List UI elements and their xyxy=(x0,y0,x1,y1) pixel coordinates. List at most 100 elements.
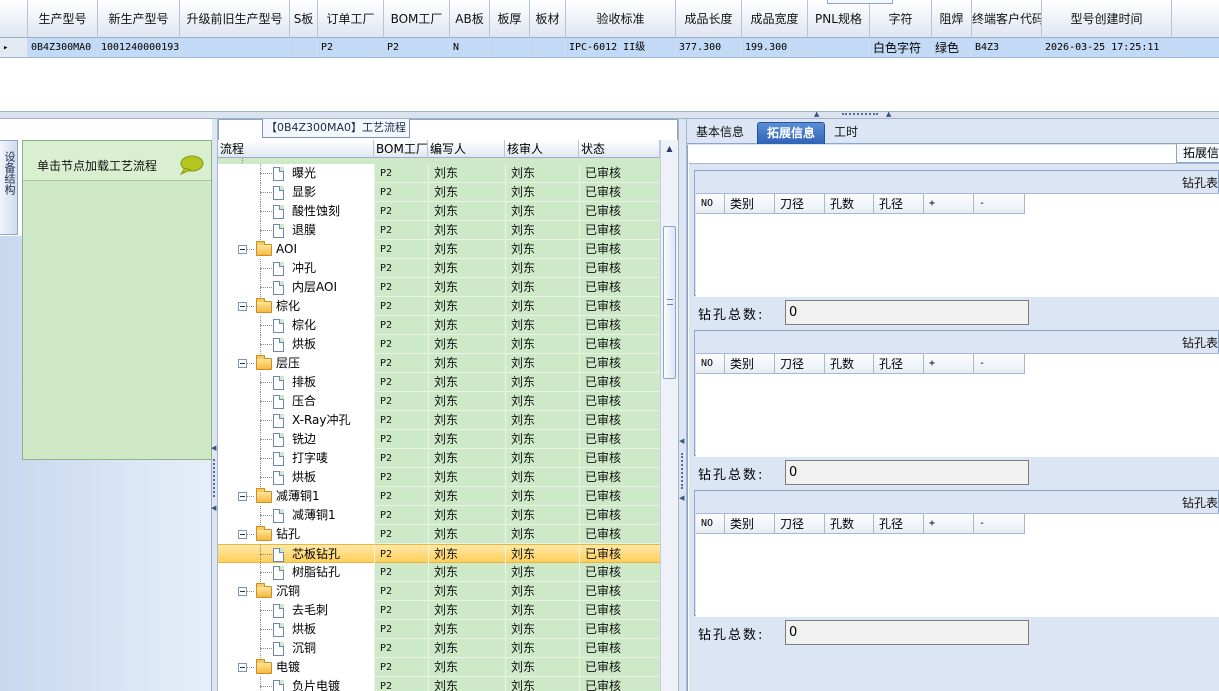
column-header[interactable]: PNL规格 xyxy=(808,0,870,37)
add-row-button[interactable]: + xyxy=(924,354,974,374)
drill-column-header[interactable]: 刀径 xyxy=(775,354,825,374)
collapse-right-icon-2[interactable]: ◀ xyxy=(679,494,684,502)
tree-group-row[interactable]: 减薄铜1 P2 刘东 刘东 已审核 xyxy=(218,487,660,506)
tree-process-row[interactable]: 负片电镀 P2 刘东 刘东 已审核 xyxy=(218,677,660,691)
grid-cell[interactable]: N xyxy=(450,38,490,57)
collapse-node-icon[interactable] xyxy=(238,663,247,672)
drill-column-header[interactable]: 类别 xyxy=(725,514,775,534)
tree-process-row[interactable]: 压合 P2 刘东 刘东 已审核 xyxy=(218,392,660,411)
collapse-node-icon[interactable] xyxy=(238,530,247,539)
grid-cell[interactable]: 2026-03-25 17:25:11 xyxy=(1042,38,1172,57)
collapse-node-icon[interactable] xyxy=(238,359,247,368)
grid-cell[interactable] xyxy=(490,38,530,57)
tree-process-row[interactable]: 内层AOI P2 刘东 刘东 已审核 xyxy=(218,278,660,297)
top-drag-tab[interactable] xyxy=(827,0,893,4)
column-header[interactable]: S板 xyxy=(290,0,318,37)
drill-column-header[interactable]: 孔数 xyxy=(825,354,874,374)
row-indicator-icon[interactable]: ▸ xyxy=(0,38,28,57)
column-header[interactable]: 订单工厂 xyxy=(318,0,384,37)
drill-column-header[interactable]: NO xyxy=(696,194,725,214)
tree-process-row[interactable]: 显影 P2 刘东 刘东 已审核 xyxy=(218,183,660,202)
column-header[interactable]: 成品宽度 xyxy=(742,0,808,37)
drill-column-header[interactable]: 孔数 xyxy=(825,514,874,534)
drill-table-grid[interactable]: NO 类别 刀径 孔数 孔径 + - xyxy=(696,353,1219,457)
grid-cell[interactable]: 绿色 xyxy=(932,38,972,57)
horizontal-splitter[interactable] xyxy=(0,111,1219,119)
column-header[interactable]: 成品长度 xyxy=(676,0,742,37)
column-header[interactable]: BOM工厂 xyxy=(384,0,450,37)
grid-cell[interactable] xyxy=(808,38,870,57)
remove-row-button[interactable]: - xyxy=(974,514,1025,534)
drill-column-header[interactable]: NO xyxy=(696,354,725,374)
drill-column-header[interactable]: 刀径 xyxy=(775,514,825,534)
tree-process-row[interactable]: 树脂钻孔 P2 刘东 刘东 已审核 xyxy=(218,563,660,582)
collapse-node-icon[interactable] xyxy=(238,245,247,254)
column-header[interactable]: 字符 xyxy=(870,0,932,37)
tree-group-row[interactable]: 层压 P2 刘东 刘东 已审核 xyxy=(218,354,660,373)
grid-cell[interactable]: 白色字符 xyxy=(870,38,932,57)
collapse-left-icon-2[interactable]: ◀ xyxy=(211,504,216,512)
tree-column-header[interactable]: BOM工厂 xyxy=(374,140,428,158)
tab-basic-info[interactable]: 基本信息 xyxy=(689,122,751,144)
collapse-right-icon[interactable]: ◀ xyxy=(679,437,684,445)
collapse-left-icon[interactable]: ◀ xyxy=(211,444,216,452)
tab-extended-info[interactable]: 拓展信息 xyxy=(757,122,825,144)
tree-group-row[interactable]: 电镀 P2 刘东 刘东 已审核 xyxy=(218,658,660,677)
splitter-arrow-right-icon[interactable]: ▲ xyxy=(886,111,891,118)
add-row-button[interactable]: + xyxy=(924,194,974,214)
tree-process-row[interactable]: 打字唛 P2 刘东 刘东 已审核 xyxy=(218,449,660,468)
process-tree[interactable]: 曝光 P2 刘东 刘东 已审核 显影 P2 刘东 刘东 已审核 酸性蚀刻 P2 刘东 刘东 已审核 退膜 P2 刘… xyxy=(218,158,660,691)
tree-process-row[interactable]: 减薄铜1 P2 刘东 刘东 已审核 xyxy=(218,506,660,525)
tree-process-row[interactable]: 烘板 P2 刘东 刘东 已审核 xyxy=(218,468,660,487)
drill-column-header[interactable]: 孔数 xyxy=(825,194,874,214)
splitter-arrow-left-icon[interactable]: ▲ xyxy=(814,111,819,118)
column-header[interactable]: 新生产型号 xyxy=(98,0,180,37)
tree-column-header[interactable]: 状态 xyxy=(579,140,660,158)
sub-tab-extended-info[interactable]: 拓展信息 xyxy=(1176,144,1219,163)
tree-group-row[interactable]: 钻孔 P2 刘东 刘东 已审核 xyxy=(218,525,660,544)
collapse-node-icon[interactable] xyxy=(238,492,247,501)
grid-cell[interactable]: 0B4Z300MA0 xyxy=(28,38,98,57)
column-header[interactable]: 阻焊 xyxy=(932,0,972,37)
drill-column-header[interactable]: 刀径 xyxy=(775,194,825,214)
drill-column-header[interactable]: 孔径 xyxy=(874,354,924,374)
grid-cell[interactable] xyxy=(530,38,566,57)
tree-process-row[interactable]: 酸性蚀刻 P2 刘东 刘东 已审核 xyxy=(218,202,660,221)
tree-process-row[interactable]: 烘板 P2 刘东 刘东 已审核 xyxy=(218,620,660,639)
grid-cell[interactable]: P2 xyxy=(384,38,450,57)
drill-table-grid[interactable]: NO 类别 刀径 孔数 孔径 + - xyxy=(696,193,1219,297)
column-header[interactable]: 型号创建时间 xyxy=(1042,0,1172,37)
tree-process-row[interactable]: 沉铜 P2 刘东 刘东 已审核 xyxy=(218,639,660,658)
tree-process-row[interactable]: 铣边 P2 刘东 刘东 已审核 xyxy=(218,430,660,449)
column-header[interactable]: AB板 xyxy=(450,0,490,37)
column-header[interactable]: 升级前旧生产型号 xyxy=(180,0,290,37)
grid-cell[interactable]: 199.300 xyxy=(742,38,808,57)
grid-cell[interactable]: 10012400001939 xyxy=(98,38,180,57)
speech-bubble-icon[interactable] xyxy=(178,155,204,175)
scroll-up-arrow-icon[interactable]: ▲ xyxy=(661,140,678,158)
tree-process-row[interactable]: 冲孔 P2 刘东 刘东 已审核 xyxy=(218,259,660,278)
collapse-node-icon[interactable] xyxy=(238,587,247,596)
drill-column-header[interactable]: 类别 xyxy=(725,194,775,214)
drill-column-header[interactable]: 孔径 xyxy=(874,194,924,214)
tree-process-row[interactable]: 芯板钻孔 P2 刘东 刘东 已审核 xyxy=(218,544,660,564)
remove-row-button[interactable]: - xyxy=(974,194,1025,214)
tree-process-row[interactable]: 棕化 P2 刘东 刘东 已审核 xyxy=(218,316,660,335)
side-tab-device-structure[interactable]: 设备结构 xyxy=(0,140,18,235)
column-header[interactable]: 验收标准 xyxy=(566,0,676,37)
column-header[interactable]: 终端客户代码 xyxy=(972,0,1042,37)
drill-table-grid[interactable]: NO 类别 刀径 孔数 孔径 + - xyxy=(696,513,1219,617)
tree-column-header[interactable]: 核审人 xyxy=(505,140,579,158)
tree-process-row[interactable]: X-Ray冲孔 P2 刘东 刘东 已审核 xyxy=(218,411,660,430)
collapse-node-icon[interactable] xyxy=(238,302,247,311)
column-header[interactable]: 生产型号 xyxy=(28,0,98,37)
grid-cell[interactable]: B4Z3 xyxy=(972,38,1042,57)
tree-group-row[interactable]: 沉铜 P2 刘东 刘东 已审核 xyxy=(218,582,660,601)
drill-total-field[interactable]: 0 xyxy=(785,300,1029,325)
scroll-thumb[interactable] xyxy=(663,226,676,379)
tree-group-row[interactable]: AOI P2 刘东 刘东 已审核 xyxy=(218,240,660,259)
tree-process-row[interactable]: 排板 P2 刘东 刘东 已审核 xyxy=(218,373,660,392)
remove-row-button[interactable]: - xyxy=(974,354,1025,374)
drill-column-header[interactable]: 类别 xyxy=(725,354,775,374)
tree-column-header[interactable]: 编写人 xyxy=(428,140,505,158)
